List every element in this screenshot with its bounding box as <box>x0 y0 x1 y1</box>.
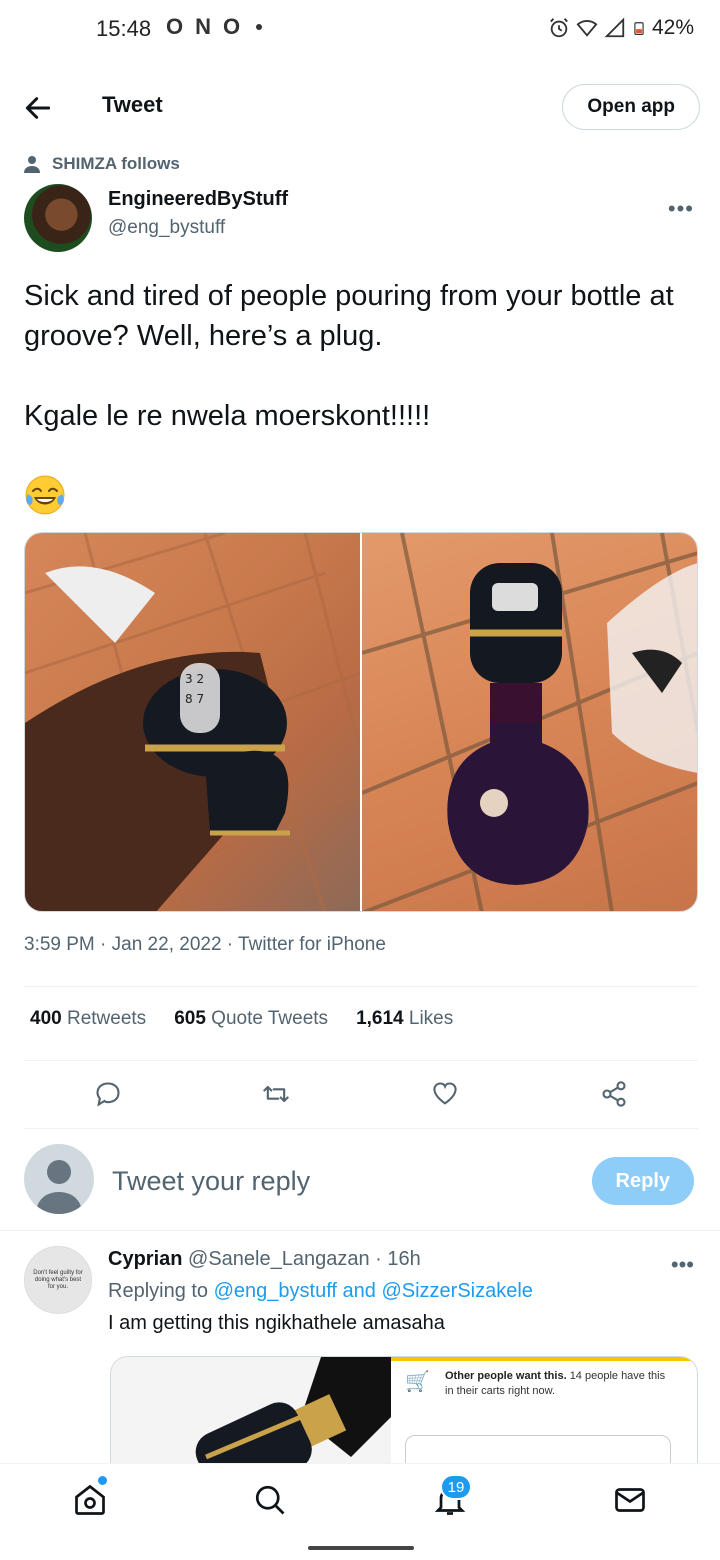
likes-count: 1,614 <box>356 1008 404 1029</box>
replying-prefix: Replying to <box>108 1280 209 1302</box>
reply-icon[interactable] <box>94 1080 122 1108</box>
shop-message: Other people want this. 14 people have t… <box>445 1369 675 1399</box>
tweet-timestamp[interactable]: 3:59 PM · Jan 22, 2022 · Twitter for iPh… <box>24 934 386 956</box>
social-context: SHIMZA follows <box>24 154 180 174</box>
tweet-text-paragraph: Sick and tired of people pouring from yo… <box>24 280 674 352</box>
author-info[interactable]: EngineeredByStuff @eng_bystuff <box>108 188 288 239</box>
svg-text:3 2: 3 2 <box>185 672 204 686</box>
default-avatar-icon <box>36 1160 82 1214</box>
wifi-icon <box>576 19 598 37</box>
reply-author-avatar[interactable]: Don't feel guilty for doing what's best … <box>24 1246 92 1314</box>
signal-icon <box>604 17 625 38</box>
user-avatar-placeholder <box>24 1144 94 1214</box>
more-options-icon[interactable]: ••• <box>668 196 694 222</box>
home-icon[interactable] <box>72 1482 108 1518</box>
reply-media[interactable]: 🛒 Other people want this. 14 people have… <box>110 1356 698 1476</box>
person-icon <box>24 156 40 173</box>
reply-photo[interactable] <box>111 1357 391 1476</box>
reply-composer: Tweet your reply Reply <box>0 1144 720 1230</box>
author-avatar[interactable] <box>24 184 92 252</box>
quotes-count: 605 <box>174 1008 206 1029</box>
divider <box>0 1230 720 1231</box>
divider <box>24 1128 698 1129</box>
bottom-navigation: 19 <box>0 1463 720 1535</box>
battery-percent: 42% <box>651 16 694 39</box>
tweet-photo[interactable] <box>362 533 697 911</box>
more-notifications-dot <box>256 24 263 30</box>
reply-time: · 16h <box>375 1248 421 1270</box>
shop-panel: 🛒 Other people want this. 14 people have… <box>391 1357 697 1476</box>
messages-mail-icon[interactable] <box>612 1482 648 1518</box>
tears-of-joy-emoji <box>25 475 65 515</box>
likes-stat[interactable]: 1,614 Likes <box>356 1008 453 1030</box>
home-badge-dot <box>98 1476 107 1485</box>
replying-to-links[interactable]: @eng_bystuff and @SizzerSizakele <box>214 1280 533 1302</box>
tweet-photo[interactable]: 3 2 8 7 <box>25 533 360 911</box>
share-icon[interactable] <box>600 1080 628 1108</box>
reply-author-name[interactable]: Cyprian <box>108 1248 182 1270</box>
social-context-label[interactable]: SHIMZA follows <box>52 154 180 174</box>
reply-text: I am getting this ngikhathele amasaha <box>108 1312 445 1334</box>
quotes-label: Quote Tweets <box>211 1008 329 1029</box>
lock-photo-illustration: 3 2 8 7 <box>25 533 360 911</box>
open-app-button[interactable]: Open app <box>562 84 700 130</box>
likes-label: Likes <box>408 1008 454 1029</box>
replying-to: Replying to @eng_bystuff and @SizzerSiza… <box>108 1280 533 1303</box>
divider <box>24 986 698 987</box>
shop-title: Other people want this. <box>445 1370 567 1382</box>
author-name[interactable]: EngineeredByStuff <box>108 188 288 211</box>
notification-icons: O N O <box>166 14 263 40</box>
bottle-photo-illustration <box>362 533 697 911</box>
retweets-count: 400 <box>30 1008 62 1029</box>
status-bar: 15:48 O N O 42% <box>0 0 720 60</box>
tweet-text: Sick and tired of people pouring from yo… <box>24 276 696 476</box>
alarm-icon <box>550 18 568 38</box>
retweet-icon[interactable] <box>262 1080 290 1108</box>
tweet-text-paragraph: Kgale le re nwela moerskont!!!!! <box>24 400 431 432</box>
notification-icon: O <box>166 14 184 39</box>
status-right: 42% <box>548 16 694 40</box>
reply-button[interactable]: Reply <box>591 1157 694 1205</box>
like-heart-icon[interactable] <box>431 1080 459 1108</box>
top-header: Tweet Open app <box>0 78 720 138</box>
notifications-badge: 19 <box>440 1474 472 1500</box>
reply-input[interactable]: Tweet your reply <box>112 1166 310 1197</box>
notification-icon: N <box>195 14 212 39</box>
tweet-media-grid[interactable]: 3 2 8 7 <box>24 532 698 912</box>
retweets-stat[interactable]: 400 Retweets <box>30 1008 146 1030</box>
back-arrow-icon[interactable] <box>22 92 54 124</box>
retweets-label: Retweets <box>66 1008 147 1029</box>
author-handle[interactable]: @eng_bystuff <box>108 217 288 239</box>
svg-text:8 7: 8 7 <box>185 692 204 706</box>
status-time: 15:48 <box>96 16 152 41</box>
tweet-actions <box>0 1076 720 1116</box>
bottle-lock-illustration <box>195 1357 391 1476</box>
more-options-icon[interactable]: ••• <box>671 1252 694 1278</box>
reply-author-handle[interactable]: @Sanele_Langazan <box>188 1248 370 1270</box>
cart-icon: 🛒 <box>405 1371 430 1393</box>
battery-icon <box>634 22 644 35</box>
notification-icon: O <box>223 14 241 39</box>
page-title: Tweet <box>102 92 163 117</box>
gesture-bar <box>308 1546 414 1550</box>
divider <box>24 1060 698 1061</box>
quote-tweets-stat[interactable]: 605 Quote Tweets <box>174 1008 328 1030</box>
reply-header: Cyprian @Sanele_Langazan · 16h <box>108 1248 421 1271</box>
search-icon[interactable] <box>252 1482 288 1518</box>
tweet-stats: 400 Retweets 605 Quote Tweets 1,614 Like… <box>30 1008 453 1030</box>
